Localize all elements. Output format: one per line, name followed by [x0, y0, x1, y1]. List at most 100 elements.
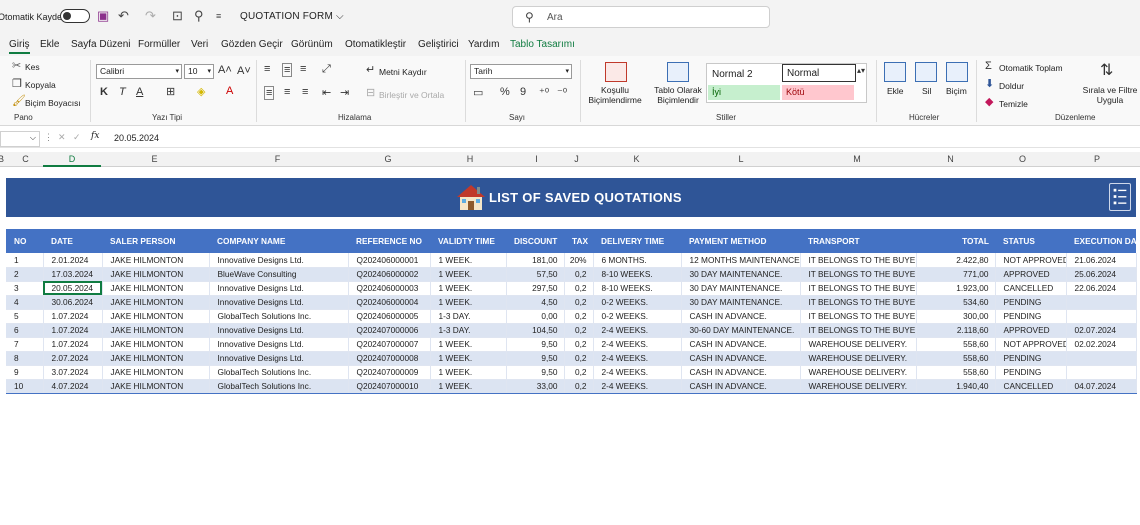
- cell-company-name[interactable]: GlobalTech Solutions Inc.: [209, 365, 349, 380]
- cell-tax[interactable]: 0,2: [564, 379, 594, 394]
- cell-date[interactable]: 1.07.2024: [43, 309, 103, 324]
- tab-view[interactable]: Görünüm: [291, 39, 333, 50]
- header-company-name[interactable]: COMPANY NAME: [209, 229, 348, 253]
- cell-total[interactable]: 534,60: [916, 295, 996, 310]
- copy-button[interactable]: Kopyala: [25, 80, 56, 90]
- cell-total[interactable]: 2.422,80: [916, 253, 996, 268]
- cell-reference-no[interactable]: Q202407000008: [348, 351, 431, 366]
- cell-saler-person[interactable]: JAKE HILMONTON: [102, 295, 210, 310]
- cut-button[interactable]: Kes: [25, 62, 40, 72]
- tab-help[interactable]: Yardım: [468, 39, 500, 50]
- header-transport[interactable]: TRANSPORT: [800, 229, 916, 253]
- cell-no[interactable]: 7: [6, 337, 44, 352]
- cell-no[interactable]: 5: [6, 309, 44, 324]
- cell-date[interactable]: 2.07.2024: [43, 351, 103, 366]
- column-header[interactable]: H: [429, 154, 511, 164]
- cell-transport[interactable]: IT BELONGS TO THE BUYER.: [800, 309, 917, 324]
- cell-tax[interactable]: 0,2: [564, 337, 594, 352]
- clear-button[interactable]: Temizle: [999, 99, 1028, 109]
- cell-date[interactable]: 17.03.2024: [43, 267, 103, 282]
- cell-status[interactable]: PENDING: [995, 351, 1067, 366]
- cell-validity-time[interactable]: 1 WEEK.: [430, 379, 507, 394]
- header-status[interactable]: STATUS: [995, 229, 1066, 253]
- cell-discount[interactable]: 9,50: [506, 337, 565, 352]
- cell-company-name[interactable]: GlobalTech Solutions Inc.: [209, 309, 349, 324]
- cell-transport[interactable]: WAREHOUSE DELIVERY.: [800, 379, 917, 394]
- cell-reference-no[interactable]: Q202407000010: [348, 379, 431, 394]
- cell-discount[interactable]: 297,50: [506, 281, 565, 296]
- column-header[interactable]: P: [1058, 154, 1136, 164]
- autosum-button[interactable]: Otomatik Toplam: [999, 63, 1063, 73]
- cell-reference-no[interactable]: Q202406000005: [348, 309, 431, 324]
- comma-icon[interactable]: 9: [520, 86, 526, 98]
- cell-payment-method[interactable]: CASH IN ADVANCE.: [681, 309, 801, 324]
- more-icon[interactable]: ⋮: [44, 132, 53, 143]
- header-discount[interactable]: DISCOUNT: [506, 229, 564, 253]
- cell-total[interactable]: 2.118,60: [916, 323, 996, 338]
- cell-validity-time[interactable]: 1 WEEK.: [430, 365, 507, 380]
- cell-transport[interactable]: IT BELONGS TO THE BUYER.: [800, 253, 917, 268]
- cell-reference-no[interactable]: Q202406000002: [348, 267, 431, 282]
- cell-company-name[interactable]: GlobalTech Solutions Inc.: [209, 379, 349, 394]
- align-middle-icon[interactable]: ≡: [282, 63, 293, 77]
- cell-tax[interactable]: 20%: [564, 253, 594, 268]
- column-header[interactable]: D: [43, 154, 101, 164]
- column-header[interactable]: L: [682, 154, 800, 164]
- cell-total[interactable]: 771,00: [916, 267, 996, 282]
- cell-no[interactable]: 10: [6, 379, 44, 394]
- tab-formulas[interactable]: Formüller: [138, 39, 180, 50]
- cell-reference-no[interactable]: Q202406000004: [348, 295, 431, 310]
- header-execution-date[interactable]: EXECUTION DATE: [1066, 229, 1140, 253]
- cell-transport[interactable]: IT BELONGS TO THE BUYER.: [800, 281, 917, 296]
- cell-total[interactable]: 1.923,00: [916, 281, 996, 296]
- cell-no[interactable]: 3: [6, 281, 44, 296]
- cell-validity-time[interactable]: 1 WEEK.: [430, 337, 507, 352]
- gallery-scroll-icon[interactable]: ▴▾: [857, 66, 865, 75]
- cell-discount[interactable]: 104,50: [506, 323, 565, 338]
- font-name-select[interactable]: Calibri ▾: [96, 64, 182, 79]
- undo-icon[interactable]: ↶: [118, 8, 129, 24]
- format-painter-button[interactable]: Biçim Boyacısı: [25, 98, 81, 108]
- document-title[interactable]: QUOTATION FORM ⌵: [240, 11, 344, 22]
- cell-company-name[interactable]: Innovative Designs Ltd.: [209, 323, 349, 338]
- cell-payment-method[interactable]: 30-60 DAY MAINTENANCE.: [681, 323, 801, 338]
- cell-no[interactable]: 1: [6, 253, 44, 268]
- cell-no[interactable]: 2: [6, 267, 44, 282]
- cell-delivery-time[interactable]: 2-4 WEEKS.: [593, 323, 682, 338]
- cell-status[interactable]: CANCELLED: [995, 281, 1067, 296]
- header-saler-person[interactable]: SALER PERSON: [102, 229, 209, 253]
- cell-execution-date[interactable]: 25.06.2024: [1066, 267, 1137, 282]
- cell-status[interactable]: PENDING: [995, 295, 1067, 310]
- cell-saler-person[interactable]: JAKE HILMONTON: [102, 253, 210, 268]
- cell-execution-date[interactable]: 04.07.2024: [1066, 379, 1137, 394]
- cell-tax[interactable]: 0,2: [564, 281, 594, 296]
- cell-date[interactable]: 1.07.2024: [43, 337, 103, 352]
- cell-payment-method[interactable]: 12 MONTHS MAINTENANCE.: [681, 253, 801, 268]
- cell-transport[interactable]: IT BELONGS TO THE BUYER.: [800, 295, 917, 310]
- decrease-decimal-icon[interactable]: ⁻⁰: [557, 86, 567, 99]
- cell-tax[interactable]: 0,2: [564, 309, 594, 324]
- cell-date[interactable]: 3.07.2024: [43, 365, 103, 380]
- cell-tax[interactable]: 0,2: [564, 365, 594, 380]
- cell-validity-time[interactable]: 1 WEEK.: [430, 351, 507, 366]
- cell-saler-person[interactable]: JAKE HILMONTON: [102, 337, 210, 352]
- search-box[interactable]: ⚲ Ara: [512, 6, 770, 28]
- tab-automate[interactable]: Otomatikleştir: [345, 39, 406, 50]
- style-bad[interactable]: Kötü: [782, 85, 854, 100]
- cell-reference-no[interactable]: Q202407000007: [348, 337, 431, 352]
- cell-reference-no[interactable]: Q202406000003: [348, 281, 431, 296]
- confirm-entry-icon[interactable]: ✓: [73, 132, 81, 143]
- cell-transport[interactable]: IT BELONGS TO THE BUYER.: [800, 323, 917, 338]
- cell-no[interactable]: 8: [6, 351, 44, 366]
- cell-execution-date[interactable]: [1066, 351, 1137, 366]
- cell-validity-time[interactable]: 1-3 DAY.: [430, 323, 507, 338]
- cell-company-name[interactable]: Innovative Designs Ltd.: [209, 253, 349, 268]
- header-date[interactable]: DATE: [43, 229, 102, 253]
- fill-color-icon[interactable]: ◈: [197, 85, 205, 98]
- tab-home[interactable]: Giriş: [9, 39, 30, 54]
- column-header[interactable]: B: [0, 154, 5, 164]
- header-payment-method[interactable]: PAYMENT METHOD: [681, 229, 800, 253]
- cell-delivery-time[interactable]: 8-10 WEEKS.: [593, 267, 682, 282]
- cell-execution-date[interactable]: [1066, 365, 1137, 380]
- cell-payment-method[interactable]: 30 DAY MAINTENANCE.: [681, 267, 801, 282]
